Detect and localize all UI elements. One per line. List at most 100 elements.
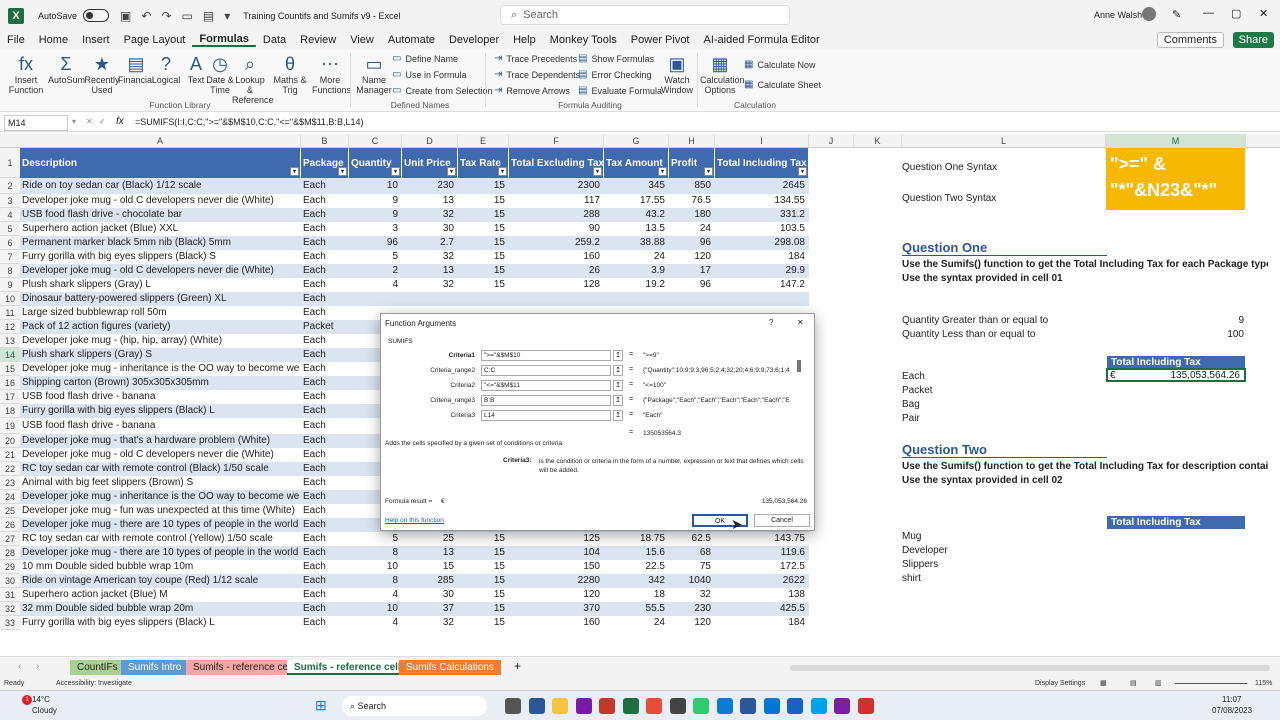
cell-e[interactable]: 15 — [458, 251, 507, 262]
cell-e[interactable]: 15 — [458, 180, 507, 191]
cell-g[interactable]: 19.2 — [604, 279, 667, 290]
cell-b[interactable]: Each — [301, 575, 347, 586]
cell-f[interactable]: 150 — [509, 561, 602, 572]
cell-d[interactable]: 230 — [402, 180, 456, 191]
cell-a[interactable]: Developer joke mug - old C developers ne… — [20, 449, 299, 460]
cell-i[interactable]: 138 — [715, 589, 807, 600]
cell-e[interactable]: 15 — [458, 265, 507, 276]
cell-h[interactable]: 32 — [669, 589, 713, 600]
arg-input-criteria1[interactable]: ">="&$M$10 — [481, 350, 611, 361]
defined-name-define-name[interactable]: ▭ Define Name — [392, 53, 458, 64]
display-settings[interactable]: Display Settings — [1035, 680, 1085, 687]
row-header[interactable]: 32 — [0, 602, 20, 616]
cell-g[interactable]: 3.9 — [604, 265, 667, 276]
cell-i[interactable]: 2645 — [715, 180, 807, 191]
row-header[interactable]: 33 — [0, 616, 20, 630]
range-picker-icon[interactable]: ↥ — [613, 350, 623, 361]
cell-e[interactable]: 15 — [458, 603, 507, 614]
cell-g[interactable]: 55.5 — [604, 603, 667, 614]
cell-g[interactable]: 15.6 — [604, 547, 667, 558]
column-header-f[interactable]: F — [509, 134, 604, 148]
search-box[interactable]: ⌕ Search — [500, 5, 790, 25]
range-picker-icon[interactable]: ↥ — [613, 395, 623, 406]
audit-error-checking[interactable]: ▤ Error Checking — [578, 69, 651, 80]
row-header[interactable]: 19 — [0, 418, 20, 434]
filter-dropdown-icon[interactable]: ▾ — [391, 167, 400, 176]
cell-b[interactable]: Each — [301, 533, 347, 544]
cell-f[interactable]: 128 — [509, 279, 602, 290]
row-header[interactable]: 29 — [0, 560, 20, 574]
cell-d[interactable]: 25 — [402, 533, 456, 544]
row-header[interactable]: 9 — [0, 278, 20, 292]
column-header-j[interactable]: J — [809, 134, 854, 148]
cell-i[interactable]: 425.5 — [715, 603, 807, 614]
weather-temp[interactable]: 14°C — [32, 695, 50, 704]
column-header-l[interactable]: L — [902, 134, 1106, 148]
row-header[interactable]: 8 — [0, 264, 20, 278]
cell-a[interactable]: Furry gorilla with big eyes slippers (Bl… — [20, 617, 299, 628]
cell-a[interactable]: Pack of 12 action figures (variety) — [20, 321, 299, 332]
row-header[interactable]: 13 — [0, 334, 20, 348]
name-box[interactable]: M14 — [4, 115, 68, 131]
row-header[interactable]: 24 — [0, 490, 20, 504]
cell-f[interactable]: 26 — [509, 265, 602, 276]
cell-a[interactable]: Developer joke mug - inheritance is the … — [20, 491, 299, 502]
app-icon[interactable] — [834, 698, 850, 714]
watch-window-button[interactable]: ▣ Watch Window — [660, 53, 694, 95]
cell-g[interactable]: 43.2 — [604, 209, 667, 220]
cancel-entry-icon[interactable]: ✕ — [86, 117, 93, 126]
package-packet[interactable]: Packet — [902, 385, 933, 396]
cell-e[interactable]: 15 — [458, 195, 507, 206]
cell-i[interactable]: 331.2 — [715, 209, 807, 220]
menu-review[interactable]: Review — [293, 34, 343, 46]
cell-g[interactable]: 17.55 — [604, 195, 667, 206]
cell-g[interactable]: 342 — [604, 575, 667, 586]
cell-i[interactable]: 147.2 — [715, 279, 807, 290]
cell-g[interactable]: 22.5 — [604, 561, 667, 572]
cell-a[interactable]: Ride on toy sedan car (Black) 1/12 scale — [20, 180, 299, 191]
cell-h[interactable]: 62.5 — [669, 533, 713, 544]
cell-c[interactable]: 10 — [349, 561, 400, 572]
taskbar-search[interactable]: ⌕ Search — [342, 696, 487, 716]
files-icon[interactable] — [528, 698, 545, 714]
row-header[interactable]: 18 — [0, 404, 20, 418]
row-header[interactable]: 3 — [0, 194, 20, 208]
close-icon[interactable]: ✕ — [797, 318, 804, 327]
cell-h[interactable]: 68 — [669, 547, 713, 558]
prev-sheet-icon[interactable]: ‹ — [18, 661, 21, 672]
cell-c[interactable]: 5 — [349, 251, 400, 262]
qty-gt-value[interactable]: 9 — [1180, 315, 1244, 326]
cell-b[interactable]: Each — [301, 349, 347, 360]
row-header[interactable]: 7 — [0, 250, 20, 264]
cell-e[interactable]: 15 — [458, 589, 507, 600]
audit-trace-dependents[interactable]: ⇥ Trace Dependents — [494, 69, 580, 80]
cell-e[interactable]: 15 — [458, 561, 507, 572]
desc-mug[interactable]: Mug — [902, 531, 921, 542]
row-header[interactable]: 15 — [0, 362, 20, 376]
formula-input[interactable]: =SUMIFS(I:I,C:C,">="&$M$10,C:C,"<="&$M$1… — [135, 117, 363, 127]
cell-d[interactable]: 32 — [402, 279, 456, 290]
row-header[interactable]: 30 — [0, 574, 20, 588]
confirm-entry-icon[interactable]: ✓ — [99, 117, 106, 126]
cell-a[interactable]: Developer joke mug - fun was unexpected … — [20, 505, 299, 516]
cell-h[interactable]: 96 — [669, 279, 713, 290]
print-icon[interactable]: ▤ — [203, 9, 214, 23]
row-header[interactable]: 11 — [0, 306, 20, 320]
page-break-icon[interactable]: ▥ — [1155, 679, 1162, 687]
weather-desc[interactable]: Cloudy — [32, 706, 57, 715]
cell-c[interactable]: 5 — [349, 533, 400, 544]
cell-d[interactable]: 2.7 — [402, 237, 456, 248]
cell-c[interactable]: 2 — [349, 265, 400, 276]
share-button[interactable]: Share — [1232, 32, 1274, 48]
arg-input-criteria2[interactable]: "<="&$M$11 — [481, 380, 611, 391]
cell-f[interactable]: 160 — [509, 617, 602, 628]
cell-e[interactable]: 15 — [458, 547, 507, 558]
cell-b[interactable]: Each — [301, 519, 347, 530]
zoom-icon[interactable] — [787, 698, 803, 714]
column-header-m[interactable]: M — [1106, 134, 1246, 148]
next-sheet-icon[interactable]: › — [36, 661, 39, 672]
desc-shirt[interactable]: shirt — [902, 573, 921, 584]
qty-lt-value[interactable]: 100 — [1180, 329, 1244, 340]
package-bag[interactable]: Bag — [902, 399, 920, 410]
cell-a[interactable]: Developer joke mug - old C developers ne… — [20, 195, 299, 206]
